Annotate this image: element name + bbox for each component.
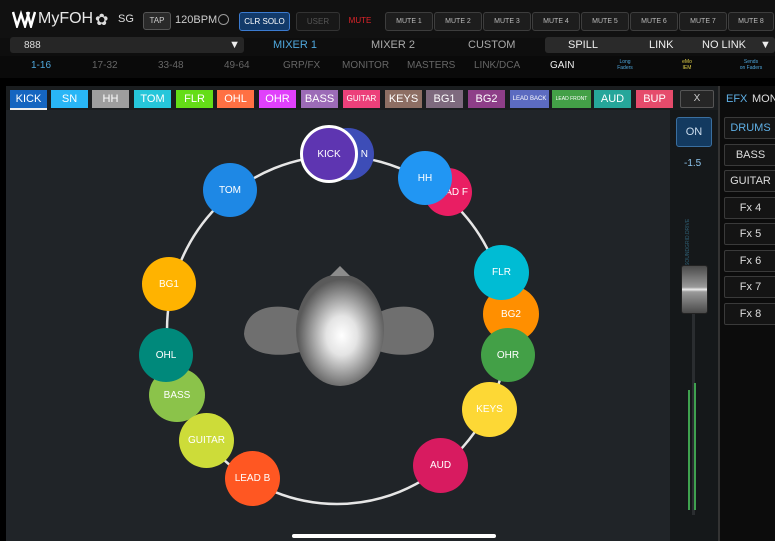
efx-drums[interactable]: DRUMS — [724, 117, 775, 139]
level-meter-left — [688, 390, 690, 510]
source-ohl[interactable]: OHL — [139, 328, 193, 382]
source-tom[interactable]: TOM — [203, 163, 257, 217]
source-keys[interactable]: KEYS — [462, 382, 517, 437]
sends-on-faders-button[interactable]: Sends on Faders — [731, 59, 771, 71]
efx-fx8[interactable]: Fx 8 — [724, 303, 775, 325]
source-label: BG1 — [158, 278, 179, 290]
home-indicator — [292, 534, 496, 538]
efx-guitar[interactable]: GUITAR — [724, 170, 775, 192]
channel-on-button[interactable]: ON — [676, 117, 712, 147]
chevron-down-icon[interactable]: ▼ — [760, 39, 771, 51]
source-label: TOM — [218, 184, 242, 196]
no-link-button[interactable]: NO LINK — [702, 39, 746, 51]
source-flr[interactable]: FLR — [474, 245, 529, 300]
efx-fx5[interactable]: Fx 5 — [724, 223, 775, 245]
source-label: HH — [417, 172, 433, 184]
source-label: AUD — [429, 460, 452, 471]
source-label: LEAD B — [234, 473, 271, 484]
emo-iem-button[interactable]: eMo IEM — [672, 59, 702, 71]
tab-mon[interactable]: MON — [752, 93, 775, 105]
tab-efx[interactable]: EFX — [726, 93, 747, 105]
level-meter-right — [694, 383, 696, 510]
source-lead-back[interactable]: LEAD B — [225, 451, 280, 506]
source-bg1[interactable]: BG1 — [142, 257, 196, 311]
source-kick[interactable]: KICK — [300, 125, 358, 183]
source-guitar[interactable]: GUITAR — [179, 413, 234, 468]
mute-group-8-button[interactable]: MUTE 8 — [728, 12, 774, 31]
source-ohr[interactable]: OHR — [481, 328, 535, 382]
source-label: FLR — [492, 267, 511, 278]
mute-group-7-button[interactable]: MUTE 7 — [679, 12, 727, 31]
source-label: N — [360, 148, 368, 160]
efx-fx4[interactable]: Fx 4 — [724, 197, 775, 219]
close-button[interactable]: X — [680, 90, 714, 108]
source-label: BASS — [163, 389, 191, 401]
efx-fx7[interactable]: Fx 7 — [724, 276, 775, 298]
source-label: KEYS — [476, 404, 503, 415]
efx-fx6[interactable]: Fx 6 — [724, 250, 775, 272]
emo-iem-line2: IEM — [682, 65, 692, 71]
source-label: BG2 — [500, 308, 521, 320]
source-label: OHR — [496, 349, 520, 361]
source-aud[interactable]: AUD — [413, 438, 468, 493]
sends-on-faders-line2: on Faders — [739, 65, 763, 71]
source-label: OHL — [155, 349, 177, 361]
listener-head-icon — [244, 266, 434, 386]
source-label: GUITAR — [187, 435, 226, 446]
source-label: KICK — [317, 148, 341, 160]
efx-bass[interactable]: BASS — [724, 144, 775, 166]
fader-value: -1.5 — [684, 158, 702, 169]
source-hh[interactable]: HH — [398, 151, 452, 205]
fader-label: SOUNDGRID.DRIVE — [685, 218, 691, 266]
fader-knob[interactable] — [681, 265, 708, 314]
